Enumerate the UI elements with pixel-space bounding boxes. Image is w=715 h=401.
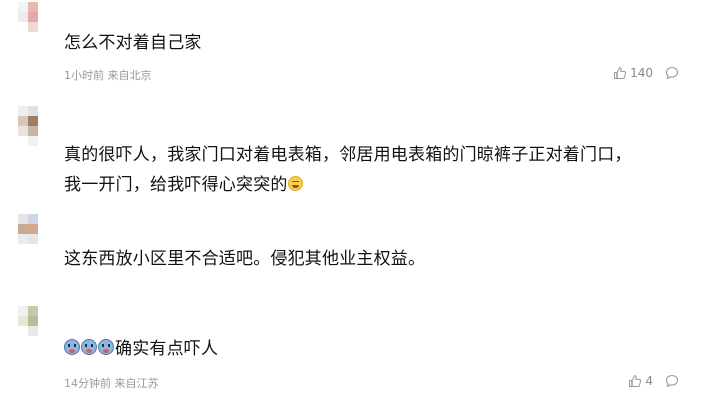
avatar-pixel (28, 126, 38, 136)
avatar-pixel (8, 32, 18, 42)
avatar[interactable] (8, 2, 48, 42)
avatar-pixel (38, 106, 48, 116)
avatar-pixel (28, 116, 38, 126)
comment-line: 我一开门，给我吓得心突突的 (64, 172, 632, 198)
avatar[interactable] (8, 214, 48, 254)
avatar-pixel (28, 136, 38, 146)
comment-text: 确实有点吓人 (64, 336, 218, 362)
thumbs-up-icon (614, 67, 627, 79)
comment-text: 这东西放小区里不合适吧。侵犯其他业主权益。 (64, 249, 426, 269)
comment-item: 确实有点吓人 14分钟前 来自江苏 4 (0, 292, 715, 401)
comment-text: 怎么不对着自己家 (64, 33, 202, 53)
avatar-pixel (38, 2, 48, 12)
avatar-pixel (38, 234, 48, 244)
avatar-pixel (28, 214, 38, 224)
avatar-pixel (38, 12, 48, 22)
avatar-pixel (8, 306, 18, 316)
comment-location: 来自北京 (107, 69, 152, 82)
comment-item: 怎么不对着自己家 1小时前 来自北京 140 (0, 0, 715, 92)
avatar-pixel (18, 244, 28, 254)
avatar-pixel (8, 336, 18, 346)
comment-item: 真的很吓人，我家门口对着电表箱，邻居用电表箱的门晾裤子正对着门口， 我一开门，给… (0, 92, 715, 202)
avatar-pixel (8, 214, 18, 224)
avatar-pixel (18, 224, 28, 234)
avatar-pixel (28, 234, 38, 244)
avatar-pixel (28, 2, 38, 12)
avatar-pixel (18, 32, 28, 42)
avatar-pixel (8, 326, 18, 336)
avatar-pixel (38, 244, 48, 254)
avatar-pixel (38, 224, 48, 234)
scared-emoji-icon (81, 339, 97, 355)
avatar-pixel (8, 136, 18, 146)
avatar-pixel (18, 116, 28, 126)
avatar-pixel (18, 336, 28, 346)
avatar-pixel (28, 316, 38, 326)
comment-location: 来自江苏 (114, 377, 159, 390)
avatar-pixel (8, 2, 18, 12)
avatar-pixel (18, 234, 28, 244)
avatar-pixel (18, 306, 28, 316)
avatar-pixel (18, 136, 28, 146)
avatar-pixel (28, 336, 38, 346)
like-button[interactable]: 140 (613, 66, 653, 80)
comment-time: 1小时前 (64, 69, 104, 82)
avatar-pixel (38, 336, 48, 346)
avatar-pixel (18, 214, 28, 224)
avatar-pixel (38, 32, 48, 42)
like-button[interactable]: 4 (628, 374, 653, 388)
avatar-pixel (18, 12, 28, 22)
avatar-pixel (8, 244, 18, 254)
avatar-pixel (8, 234, 18, 244)
avatar-pixel (18, 126, 28, 136)
avatar[interactable] (8, 106, 48, 146)
comment-bubble-icon[interactable] (665, 66, 679, 80)
avatar-pixel (8, 106, 18, 116)
avatar-pixel (18, 106, 28, 116)
avatar-pixel (38, 326, 48, 336)
comment-text: 真的很吓人，我家门口对着电表箱，邻居用电表箱的门晾裤子正对着门口， 我一开门，给… (64, 142, 632, 198)
avatar-pixel (18, 316, 28, 326)
comment-meta: 1小时前 来自北京 (64, 67, 152, 83)
avatar-pixel (8, 126, 18, 136)
avatar-pixel (28, 22, 38, 32)
avatar-pixel (18, 22, 28, 32)
comment-line-text: 我一开门，给我吓得心突突的 (64, 175, 288, 195)
like-count: 140 (630, 66, 653, 80)
avatar-pixel (38, 136, 48, 146)
comment-line: 真的很吓人，我家门口对着电表箱，邻居用电表箱的门晾裤子正对着门口， (64, 145, 632, 165)
scared-emoji-icon (64, 339, 80, 355)
comment-bubble-icon[interactable] (665, 374, 679, 388)
like-count: 4 (645, 374, 653, 388)
comment-time: 14分钟前 (64, 377, 111, 390)
avatar-pixel (28, 32, 38, 42)
avatar-pixel (8, 12, 18, 22)
avatar-pixel (8, 22, 18, 32)
avatar-pixel (28, 244, 38, 254)
avatar-pixel (18, 326, 28, 336)
avatar-pixel (8, 316, 18, 326)
avatar-pixel (18, 2, 28, 12)
avatar[interactable] (8, 306, 48, 346)
thumbs-up-icon (629, 375, 642, 387)
scared-emoji-icon (98, 339, 114, 355)
avatar-pixel (38, 22, 48, 32)
comment-item: 这东西放小区里不合适吧。侵犯其他业主权益。 (0, 202, 715, 292)
avatar-pixel (28, 326, 38, 336)
comment-meta: 14分钟前 来自江苏 (64, 375, 159, 391)
avatar-pixel (38, 306, 48, 316)
avatar-pixel (28, 224, 38, 234)
avatar-pixel (38, 214, 48, 224)
avatar-pixel (8, 224, 18, 234)
avatar-pixel (8, 116, 18, 126)
avatar-pixel (38, 126, 48, 136)
avatar-pixel (28, 12, 38, 22)
avatar-pixel (38, 316, 48, 326)
comment-text-content: 确实有点吓人 (115, 339, 219, 359)
avatar-pixel (28, 106, 38, 116)
laughing-emoji-icon (287, 176, 303, 191)
avatar-pixel (38, 116, 48, 126)
avatar-pixel (28, 306, 38, 316)
